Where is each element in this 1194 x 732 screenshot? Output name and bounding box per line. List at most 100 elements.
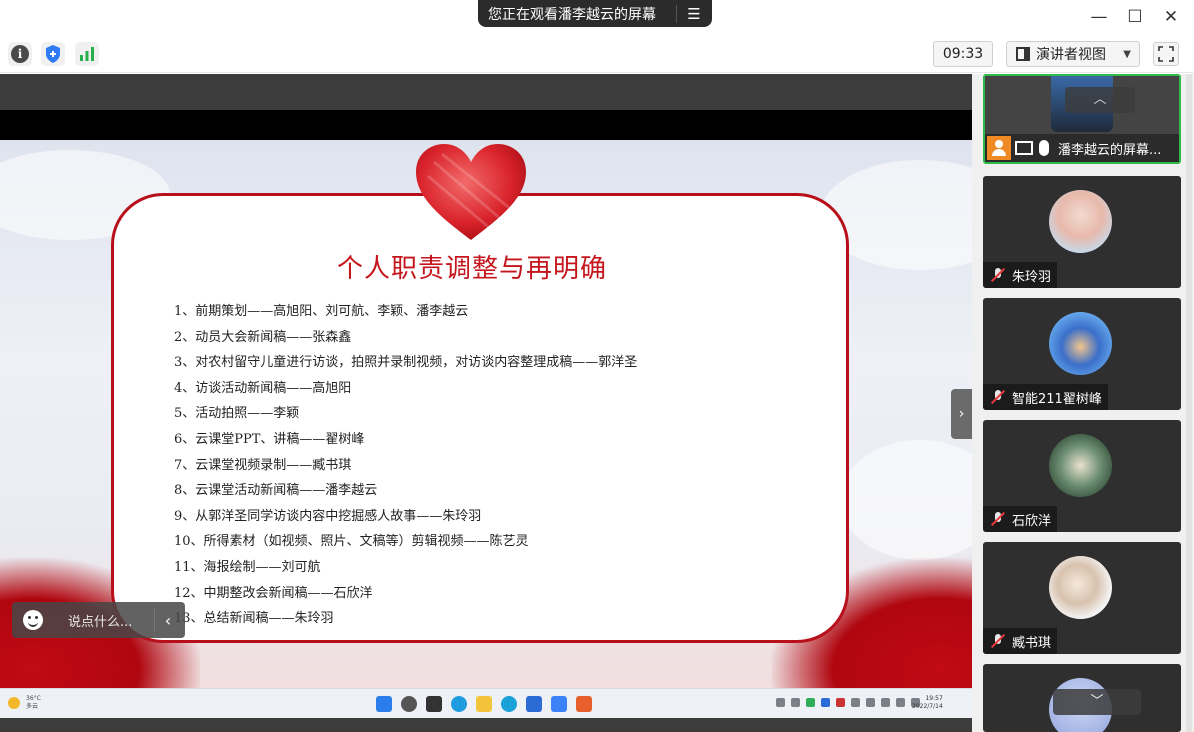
avatar [1049, 556, 1112, 619]
start-icon [376, 696, 392, 712]
info-icon[interactable]: i [8, 42, 32, 66]
list-item: 3、对农村留守儿童进行访谈，拍照并录制视频，对访谈内容整理成稿——郭洋圣 [174, 355, 638, 371]
sun-icon [8, 697, 20, 709]
participant-nameplate: 臧书琪 [983, 628, 1058, 654]
view-mode-label: 演讲者视图 [1036, 47, 1106, 63]
folder-icon [476, 696, 492, 712]
participant-nameplate: 朱玲羽 [983, 262, 1058, 288]
view-mode-dropdown[interactable]: 演讲者视图 ▼ [1006, 41, 1140, 67]
browser-icon [501, 696, 517, 712]
participant-name: 臧书琪 [1012, 635, 1052, 651]
screen-share-icon [1015, 141, 1033, 155]
participant-tile[interactable]: 臧书琪 [983, 542, 1181, 654]
share-notice-text: 您正在观看潘李越云的屏幕 [488, 6, 656, 23]
participant-name: 智能211翟树峰 [1012, 391, 1102, 407]
list-item: 4、访谈活动新闻稿——高旭阳 [174, 380, 352, 396]
wifi-icon [881, 698, 890, 707]
list-item: 12、中期整改会新闻稿——石欣洋 [174, 585, 373, 601]
slide-title: 个人职责调整与再明确 [336, 254, 607, 284]
participant-name: 石欣洋 [1012, 513, 1052, 529]
list-item: 11、海报绘制——刘可航 [174, 559, 321, 575]
stage-bottom [0, 718, 972, 732]
shared-screen: 个人职责调整与再明确 1、前期策划——高旭阳、刘可航、李颖、潘李越云 2、动员大… [0, 74, 972, 732]
list-item: 8、云课堂活动新闻稿——潘李越云 [174, 483, 378, 499]
cloud-icon [791, 698, 800, 707]
list-item: 5、活动拍照——李颖 [174, 406, 300, 422]
avatar [1049, 312, 1112, 375]
list-item: 2、动员大会新闻稿——张森鑫 [174, 329, 352, 345]
mic-muted-icon [990, 633, 1006, 649]
meeting-window: 您正在观看潘李越云的屏幕 ☰ — ☐ ✕ i 09:33 演讲者视图 ▼ 个人职… [0, 0, 1194, 732]
taskbar-clock: 19:57 2022/7/14 [912, 695, 943, 711]
person-icon [987, 136, 1011, 160]
chevron-down-icon[interactable]: ﹀ [1053, 689, 1141, 715]
taskbar-apps [376, 696, 592, 712]
ime-icon [866, 698, 875, 707]
settings-icon [851, 698, 860, 707]
signal-icon[interactable] [75, 42, 99, 66]
chevron-up-icon[interactable]: ︿ [1065, 87, 1135, 113]
list-menu-icon[interactable]: ☰ [677, 5, 711, 23]
mic-muted-icon [990, 389, 1006, 405]
minimize-icon[interactable]: — [1088, 6, 1110, 28]
participant-tile-sharer[interactable]: ︿ 潘李越云的屏幕... [983, 74, 1181, 164]
weather-widget: 36°C 多云 [8, 695, 50, 713]
edge-icon [451, 696, 467, 712]
heart-icon [416, 144, 526, 240]
wechat-icon [806, 698, 815, 707]
meeting-toolbar: i 09:33 演讲者视图 ▼ [0, 36, 1194, 73]
cloud-decoration [840, 440, 972, 560]
volume-icon [896, 698, 905, 707]
mic-muted-icon [990, 267, 1006, 283]
chevron-up-icon [776, 698, 785, 707]
chevron-left-icon[interactable]: ‹ [155, 611, 181, 630]
letterbox-bar [0, 110, 972, 140]
task-view-icon [426, 696, 442, 712]
weather-temp: 36°C [26, 695, 41, 702]
participant-tile[interactable]: 石欣洋 [983, 420, 1181, 532]
duty-list: 1、前期策划——高旭阳、刘可航、李颖、潘李越云 2、动员大会新闻稿——张森鑫 3… [174, 299, 814, 632]
chevron-right-icon[interactable]: › [951, 389, 972, 439]
system-tray [776, 698, 920, 707]
shield-icon[interactable] [41, 42, 65, 66]
fullscreen-icon[interactable] [1153, 42, 1179, 66]
title-bar: 您正在观看潘李越云的屏幕 ☰ — ☐ ✕ [0, 0, 1194, 36]
meeting-app-icon [526, 696, 542, 712]
comment-bar[interactable]: 说点什么... ‹ [12, 602, 185, 638]
comment-input[interactable]: 说点什么... [68, 611, 154, 630]
search-icon [401, 696, 417, 712]
maximize-icon[interactable]: ☐ [1124, 6, 1146, 28]
caret-down-icon: ▼ [1123, 48, 1131, 60]
list-item: 13、总结新闻稿——朱玲羽 [174, 611, 334, 627]
list-item: 6、云课堂PPT、讲稿——翟树峰 [174, 431, 365, 447]
app-tray-icon [821, 698, 830, 707]
list-item: 10、所得素材（如视频、照片、文稿等）剪辑视频——陈艺灵 [174, 534, 529, 550]
layout-icon [1016, 47, 1030, 61]
avatar [1049, 190, 1112, 253]
mic-muted-icon [990, 511, 1006, 527]
participant-nameplate: 石欣洋 [983, 506, 1058, 532]
participant-nameplate: 潘李越云的屏幕... [985, 134, 1179, 162]
participants-panel: ︿ 潘李越云的屏幕... 朱玲羽 智能211翟树峰 石欣洋 臧书琪 ﹀ [972, 74, 1194, 732]
weather-desc: 多云 [26, 703, 39, 710]
list-item: 7、云课堂视频录制——臧书琪 [174, 457, 352, 473]
app-tray-icon [836, 698, 845, 707]
powerpoint-icon [576, 696, 592, 712]
participant-name: 朱玲羽 [1012, 269, 1052, 285]
clock-time: 19:57 [925, 695, 943, 702]
meeting-timer: 09:33 [933, 41, 993, 67]
participant-tile[interactable]: 朱玲羽 [983, 176, 1181, 288]
participant-nameplate: 智能211翟树峰 [983, 384, 1108, 410]
clock-date: 2022/7/14 [912, 703, 943, 710]
participant-tile[interactable]: 智能211翟树峰 [983, 298, 1181, 410]
list-item: 9、从郭洋圣同学访谈内容中挖掘感人故事——朱玲羽 [174, 508, 482, 524]
app-icon [551, 696, 567, 712]
participant-name: 潘李越云的屏幕... [1058, 142, 1162, 158]
avatar [1049, 434, 1112, 497]
emoji-icon[interactable] [23, 610, 43, 630]
list-item: 1、前期策划——高旭阳、刘可航、李颖、潘李越云 [174, 304, 469, 319]
close-icon[interactable]: ✕ [1160, 6, 1182, 28]
panel-scrollbar[interactable] [1186, 74, 1192, 732]
windows-taskbar: 36°C 多云 19:57 2022/7/14 [0, 688, 972, 718]
share-notice-pill: 您正在观看潘李越云的屏幕 ☰ [478, 0, 712, 27]
